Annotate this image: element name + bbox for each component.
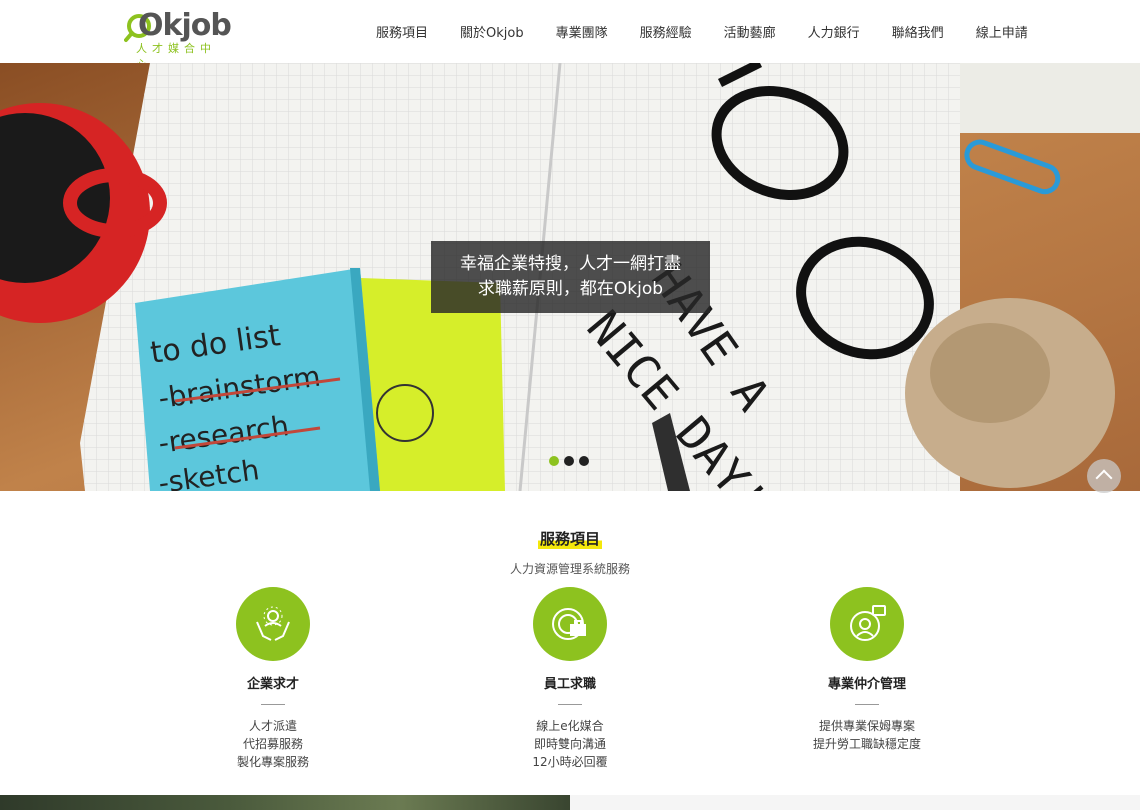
services-heading: 服務項目 xyxy=(0,528,1140,549)
service-detail: 提升勞工職缺穩定度 xyxy=(812,737,921,751)
scroll-to-top-button[interactable] xyxy=(1087,459,1121,493)
slider-dot-3[interactable] xyxy=(579,456,589,466)
site-header: Okjob 人才媒合中心 服務項目 關於Okjob 專業團隊 服務經驗 活動藝廊… xyxy=(0,0,1140,71)
nav-apply[interactable]: 線上申請 xyxy=(976,22,1028,41)
service-detail: 即時雙向溝通 xyxy=(533,737,606,751)
nav-services[interactable]: 服務項目 xyxy=(376,22,428,41)
service-details: 提供專業保姆專案 提升勞工職缺穩定度 xyxy=(757,717,977,753)
service-name: 員工求職 xyxy=(543,677,596,692)
service-details: 人才派遣 代招募服務 製化專案服務 xyxy=(163,717,383,771)
service-card-agency[interactable]: 專業仲介管理 提供專業保姆專案 提升勞工職缺穩定度 xyxy=(757,587,977,753)
nav-contact[interactable]: 聯絡我們 xyxy=(892,22,944,41)
logo-text: Okjob xyxy=(138,8,232,43)
divider xyxy=(855,704,879,705)
nav-job-bank[interactable]: 人力銀行 xyxy=(808,22,860,41)
divider xyxy=(558,704,582,705)
services-subtitle: 人力資源管理系統服務 xyxy=(509,562,630,576)
nav-gallery[interactable]: 活動藝廊 xyxy=(724,22,776,41)
service-details: 線上e化媒合 即時雙向溝通 12小時必回覆 xyxy=(460,717,680,771)
hero-slider: to do list -brainstorm -research -sketch… xyxy=(0,63,1140,491)
slider-dots xyxy=(549,456,589,466)
divider xyxy=(261,704,285,705)
next-section-image xyxy=(0,795,570,810)
service-detail: 人才派遣 xyxy=(248,719,297,733)
nav-about[interactable]: 關於Okjob xyxy=(460,22,524,41)
hero-caption: 幸福企業特搜，人才一網打盡 求職薪原則，都在Okjob xyxy=(431,241,710,313)
service-card-employer[interactable]: 企業求才 人才派遣 代招募服務 製化專案服務 xyxy=(163,587,383,771)
caption-line-1: 幸福企業特搜，人才一網打盡 xyxy=(460,254,681,274)
slider-dot-1[interactable] xyxy=(549,456,559,466)
service-detail: 製化專案服務 xyxy=(236,755,309,769)
service-name: 企業求才 xyxy=(246,677,299,692)
nav-experience[interactable]: 服務經驗 xyxy=(640,22,692,41)
logo[interactable]: Okjob 人才媒合中心 xyxy=(124,8,232,71)
next-section-panel xyxy=(570,795,1140,810)
service-detail: 代招募服務 xyxy=(242,737,303,751)
slider-dot-2[interactable] xyxy=(564,456,574,466)
target-briefcase-icon xyxy=(533,587,607,661)
service-card-jobseeker[interactable]: 員工求職 線上e化媒合 即時雙向溝通 12小時必回覆 xyxy=(460,587,680,771)
service-detail: 12小時必回覆 xyxy=(532,755,608,769)
caption-line-2: 求職薪原則，都在Okjob xyxy=(477,279,664,299)
service-name: 專業仲介管理 xyxy=(827,677,906,692)
services-title: 服務項目 xyxy=(537,528,602,549)
nav-team[interactable]: 專業團隊 xyxy=(556,22,608,41)
people-hands-icon xyxy=(236,587,310,661)
main-nav: 服務項目 關於Okjob 專業團隊 服務經驗 活動藝廊 人力銀行 聯絡我們 線上… xyxy=(360,0,1044,63)
headset-agent-icon xyxy=(830,587,904,661)
service-detail: 線上e化媒合 xyxy=(536,719,604,733)
service-detail: 提供專業保姆專案 xyxy=(818,719,915,733)
